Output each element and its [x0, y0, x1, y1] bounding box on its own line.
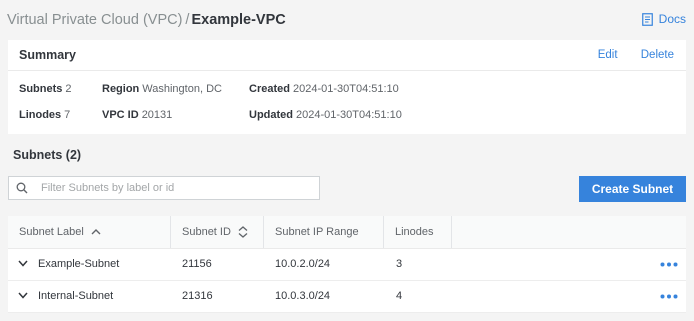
summary-vpc-id-key: VPC ID: [102, 109, 139, 121]
docs-icon: [641, 12, 653, 26]
delete-button[interactable]: Delete: [641, 49, 674, 61]
subnet-ip-range-cell: 10.0.2.0/24: [275, 258, 331, 270]
subnet-filter-field[interactable]: [8, 176, 320, 200]
summary-subnets: Subnets 2: [19, 83, 72, 95]
more-actions-icon[interactable]: [660, 262, 678, 267]
column-header-ip-range: Subnet IP Range: [264, 216, 384, 248]
summary-vpc-id: VPC ID 20131: [102, 109, 172, 121]
subnet-id-cell: 21156: [182, 258, 212, 270]
summary-created-value: 2024-01-30T04:51:10: [292, 83, 399, 95]
subnet-ip-range-cell: 10.0.3.0/24: [275, 290, 331, 302]
summary-panel: Summary Edit Delete Subnets 2 Linodes 7 Re…: [8, 40, 686, 134]
column-header-ip-range-text: Subnet IP Range: [275, 226, 359, 238]
more-actions-icon[interactable]: [660, 294, 678, 299]
create-subnet-button[interactable]: Create Subnet: [579, 176, 686, 202]
table-row: Internal-Subnet 21316 10.0.3.0/24 4: [8, 281, 686, 313]
summary-linodes-key: Linodes: [19, 109, 62, 121]
search-icon: [16, 182, 28, 194]
table-row: Example-Subnet 21156 10.0.2.0/24 3: [8, 249, 686, 281]
column-header-subnet-label-text: Subnet Label: [19, 226, 84, 238]
breadcrumb-current: Example-VPC: [191, 12, 286, 28]
sort-ascending-icon: [91, 229, 101, 235]
top-bar: Virtual Private Cloud (VPC) / Example-VPC …: [0, 0, 694, 40]
summary-subnets-value: 2: [65, 83, 72, 95]
column-header-subnet-id[interactable]: Subnet ID: [171, 216, 264, 248]
column-header-subnet-label[interactable]: Subnet Label: [8, 216, 171, 248]
docs-label: Docs: [658, 12, 686, 26]
chevron-down-icon[interactable]: [18, 292, 28, 299]
subnets-section-title: Subnets (2): [13, 148, 82, 162]
summary-region-key: Region: [102, 83, 140, 95]
summary-updated: Updated 2024-01-30T04:51:10: [249, 109, 402, 121]
subnet-linodes-cell: 3: [396, 258, 403, 270]
breadcrumb: Virtual Private Cloud (VPC) / Example-VPC: [7, 12, 286, 28]
breadcrumb-root-link[interactable]: Virtual Private Cloud (VPC): [7, 12, 182, 28]
column-header-subnet-id-text: Subnet ID: [182, 226, 231, 238]
subnet-id-cell: 21316: [182, 290, 213, 302]
breadcrumb-separator: /: [185, 12, 190, 28]
column-header-linodes: Linodes: [384, 216, 452, 248]
summary-actions: Edit Delete: [578, 49, 674, 61]
summary-updated-value: 2024-01-30T04:51:10: [296, 109, 402, 121]
subnet-label-cell: Internal-Subnet: [38, 290, 114, 302]
summary-linodes-value: 7: [64, 109, 71, 121]
summary-region: Region Washington, DC: [102, 83, 222, 95]
summary-header: Summary Edit Delete: [8, 40, 686, 71]
summary-linodes: Linodes 7: [19, 109, 70, 121]
summary-created: Created 2024-01-30T04:51:10: [249, 83, 399, 95]
subnets-table: Subnet Label Subnet ID Subnet IP Range L…: [8, 216, 686, 313]
subnet-label-cell: Example-Subnet: [38, 258, 120, 270]
summary-region-value: Washington, DC: [142, 83, 222, 95]
sort-icon: [238, 226, 248, 238]
summary-title: Summary: [19, 48, 76, 62]
summary-updated-key: Updated: [249, 109, 293, 121]
column-header-linodes-text: Linodes: [395, 226, 434, 238]
docs-link[interactable]: Docs: [641, 12, 686, 26]
subnet-linodes-cell: 4: [396, 290, 403, 302]
summary-vpc-id-value: 20131: [141, 109, 173, 121]
table-header: Subnet Label Subnet ID Subnet IP Range L…: [8, 216, 686, 249]
subnet-filter-input[interactable]: [41, 179, 311, 197]
edit-button[interactable]: Edit: [598, 49, 618, 61]
summary-subnets-key: Subnets: [19, 83, 63, 95]
summary-created-key: Created: [249, 83, 290, 95]
chevron-down-icon[interactable]: [18, 260, 28, 267]
